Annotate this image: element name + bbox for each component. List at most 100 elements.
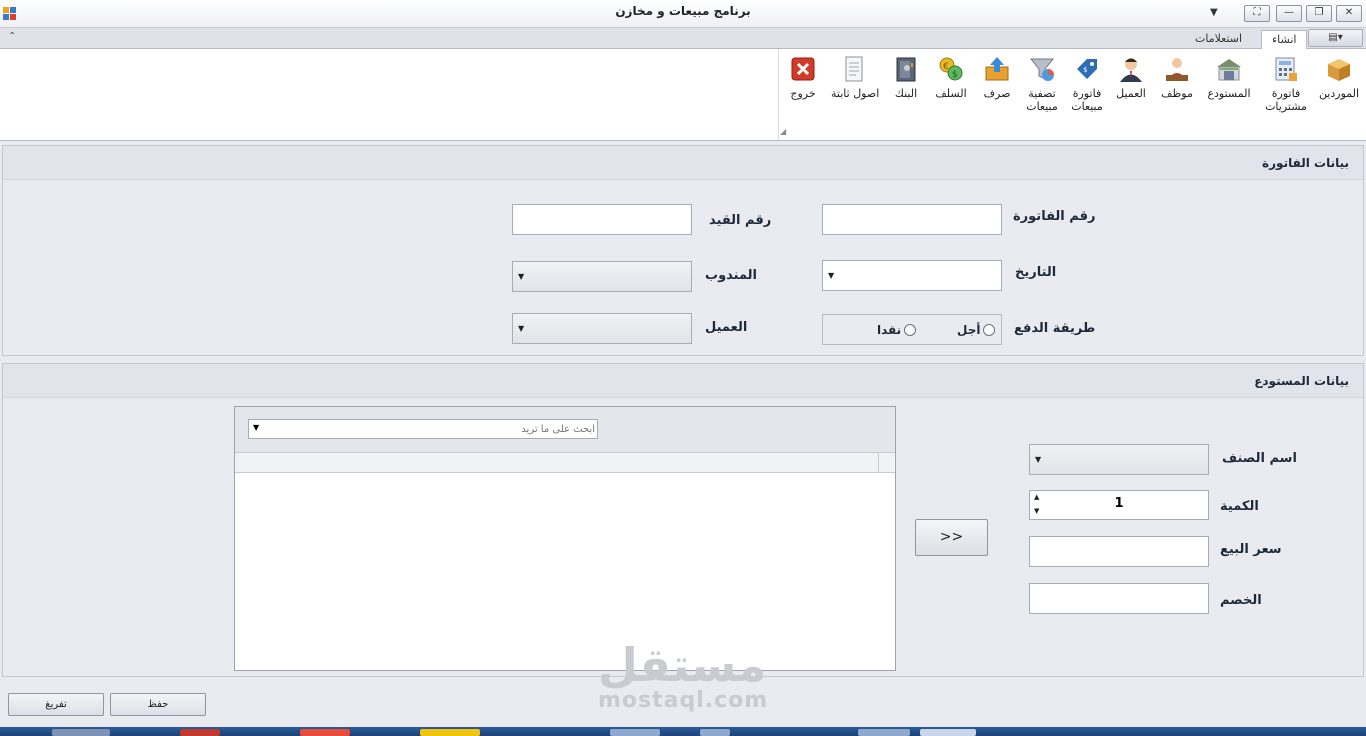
quantity-label: الكمية	[1220, 499, 1259, 514]
payment-cash-radio[interactable]: نقدا	[877, 323, 917, 337]
discount-field[interactable]	[1029, 583, 1209, 614]
bank-button[interactable]: البنك	[883, 55, 929, 100]
os-taskbar	[0, 727, 1366, 736]
taskbar-item[interactable]	[52, 729, 110, 736]
rep-dropdown[interactable]: ▼	[512, 261, 692, 292]
filter-icon	[1028, 55, 1056, 83]
warehouse-button[interactable]: المستودع	[1206, 55, 1252, 100]
watermark-arabic: مستقل	[598, 638, 767, 692]
fixed-assets-button[interactable]: اصول ثابتة	[831, 55, 880, 100]
sales-filter-label: تصفية مبيعات	[1026, 87, 1058, 113]
grid-toolbar: ▼	[235, 407, 895, 453]
svg-text:$: $	[952, 70, 958, 80]
tag-icon: $	[1073, 55, 1101, 83]
tab-create[interactable]: انشاء	[1261, 30, 1308, 50]
suppliers-label: الموردين	[1318, 87, 1360, 100]
grid-column-header	[235, 453, 895, 473]
payment-cash-label: نقدا	[877, 323, 902, 337]
clear-button[interactable]: تفريغ	[8, 693, 104, 716]
add-item-button[interactable]: >>	[915, 519, 988, 556]
customer-dropdown[interactable]: ▼	[512, 313, 692, 344]
warehouse-label: المستودع	[1207, 87, 1251, 100]
group-launcher-icon[interactable]: ◢	[780, 127, 786, 136]
outbox-icon	[983, 55, 1011, 83]
purchase-invoice-label: فاتورة مشتريات	[1265, 87, 1307, 113]
customer-button[interactable]: العميل	[1108, 55, 1154, 100]
fixed-assets-label: اصول ثابتة	[831, 87, 880, 100]
radio-circle-icon[interactable]	[983, 324, 996, 336]
taskbar-item[interactable]	[180, 729, 220, 736]
box-icon	[1325, 55, 1353, 83]
fullscreen-button[interactable]: ⛶	[1244, 5, 1270, 22]
tab-queries[interactable]: استعلامات	[1185, 30, 1252, 50]
taskbar-item[interactable]	[300, 729, 350, 736]
ribbon-collapse-icon[interactable]: ⌃	[8, 31, 16, 42]
title-bar: برنامج مبيعات و مخازن ▼ ⛶ — ❐ ✕	[0, 0, 1366, 28]
chevron-down-icon[interactable]: ▼	[518, 324, 524, 333]
employee-button[interactable]: موظف	[1154, 55, 1200, 100]
item-name-dropdown[interactable]: ▼	[1029, 444, 1209, 475]
restore-button[interactable]: ❐	[1306, 5, 1332, 22]
exit-label: خروج	[790, 87, 816, 100]
customer-label: العميل	[705, 320, 748, 335]
warehouse-group-title: بيانات المستودع	[1254, 374, 1349, 388]
grid-search-box[interactable]: ▼	[248, 419, 598, 439]
invoice-number-label: رقم الفاتورة	[1013, 209, 1096, 224]
taskbar-item[interactable]	[420, 729, 480, 736]
watermark-latin: mostaql.com	[598, 688, 769, 713]
watermark: مستقل mostaql.com	[598, 640, 768, 712]
sale-price-label: سعر البيع	[1220, 542, 1282, 557]
taskbar-item[interactable]	[858, 729, 910, 736]
search-input[interactable]	[267, 421, 595, 437]
safe-icon	[892, 55, 920, 83]
sales-invoice-button[interactable]: $ فاتورة مبيعات	[1064, 55, 1110, 113]
ribbon-panel: ◢ الموردين فاتورة مشتريات المستودع موظف …	[0, 49, 1366, 141]
sale-price-field[interactable]	[1029, 536, 1209, 567]
application-menu-button[interactable]: ▤▾	[1308, 29, 1363, 47]
employee-label: موظف	[1161, 87, 1193, 100]
advances-button[interactable]: € $ السلف	[928, 55, 974, 100]
taskbar-item[interactable]	[700, 729, 730, 736]
chevron-down-icon[interactable]: ▼	[828, 271, 834, 280]
employee-icon	[1163, 55, 1191, 83]
quantity-stepper[interactable]: ▲ ▼ 1	[1029, 490, 1209, 520]
payment-method-group: أجل نقدا	[822, 314, 1002, 345]
date-picker[interactable]: ▼	[822, 260, 1002, 291]
window-title: برنامج مبيعات و مخازن	[615, 4, 751, 18]
invoice-number-field[interactable]	[822, 204, 1002, 235]
chevron-down-icon[interactable]: ▼	[518, 272, 524, 281]
taskbar-item[interactable]	[610, 729, 660, 736]
sales-invoice-label: فاتورة مبيعات	[1071, 87, 1103, 113]
exit-button[interactable]: خروج	[780, 55, 826, 100]
quick-access-dropdown-icon[interactable]: ▼	[1210, 7, 1218, 18]
disbursement-button[interactable]: صرف	[974, 55, 1020, 100]
payment-deferred-radio[interactable]: أجل	[957, 323, 996, 337]
invoice-group-header: بيانات الفاتورة	[3, 146, 1363, 180]
save-button[interactable]: حفظ	[110, 693, 206, 716]
quantity-value: 1	[1114, 496, 1124, 511]
minimize-button[interactable]: —	[1276, 5, 1302, 22]
chevron-down-icon[interactable]: ▼	[1035, 455, 1041, 464]
payment-method-label: طريقة الدفع	[1014, 321, 1096, 336]
item-name-label: اسم الصنف	[1222, 451, 1297, 466]
disbursement-label: صرف	[983, 87, 1011, 100]
radio-circle-icon[interactable]	[904, 324, 917, 336]
suppliers-button[interactable]: الموردين	[1316, 55, 1362, 100]
warehouse-icon	[1215, 55, 1243, 83]
payment-deferred-label: أجل	[957, 323, 981, 337]
exit-icon	[789, 55, 817, 83]
customer-label: العميل	[1116, 87, 1146, 100]
date-label: التاريخ	[1015, 265, 1057, 280]
taskbar-item[interactable]	[920, 729, 976, 736]
chevron-down-icon[interactable]: ▼	[253, 423, 259, 432]
items-grid: ▼	[234, 406, 896, 671]
sales-filter-button[interactable]: تصفية مبيعات	[1019, 55, 1065, 113]
warehouse-group-header: بيانات المستودع	[3, 364, 1363, 398]
invoice-group-title: بيانات الفاتورة	[1262, 156, 1349, 170]
column-divider[interactable]	[878, 453, 879, 473]
close-button[interactable]: ✕	[1336, 5, 1362, 22]
entry-number-field[interactable]	[512, 204, 692, 235]
rep-label: المندوب	[705, 268, 758, 283]
coins-icon: € $	[937, 55, 965, 83]
purchase-invoice-button[interactable]: فاتورة مشتريات	[1263, 55, 1309, 113]
